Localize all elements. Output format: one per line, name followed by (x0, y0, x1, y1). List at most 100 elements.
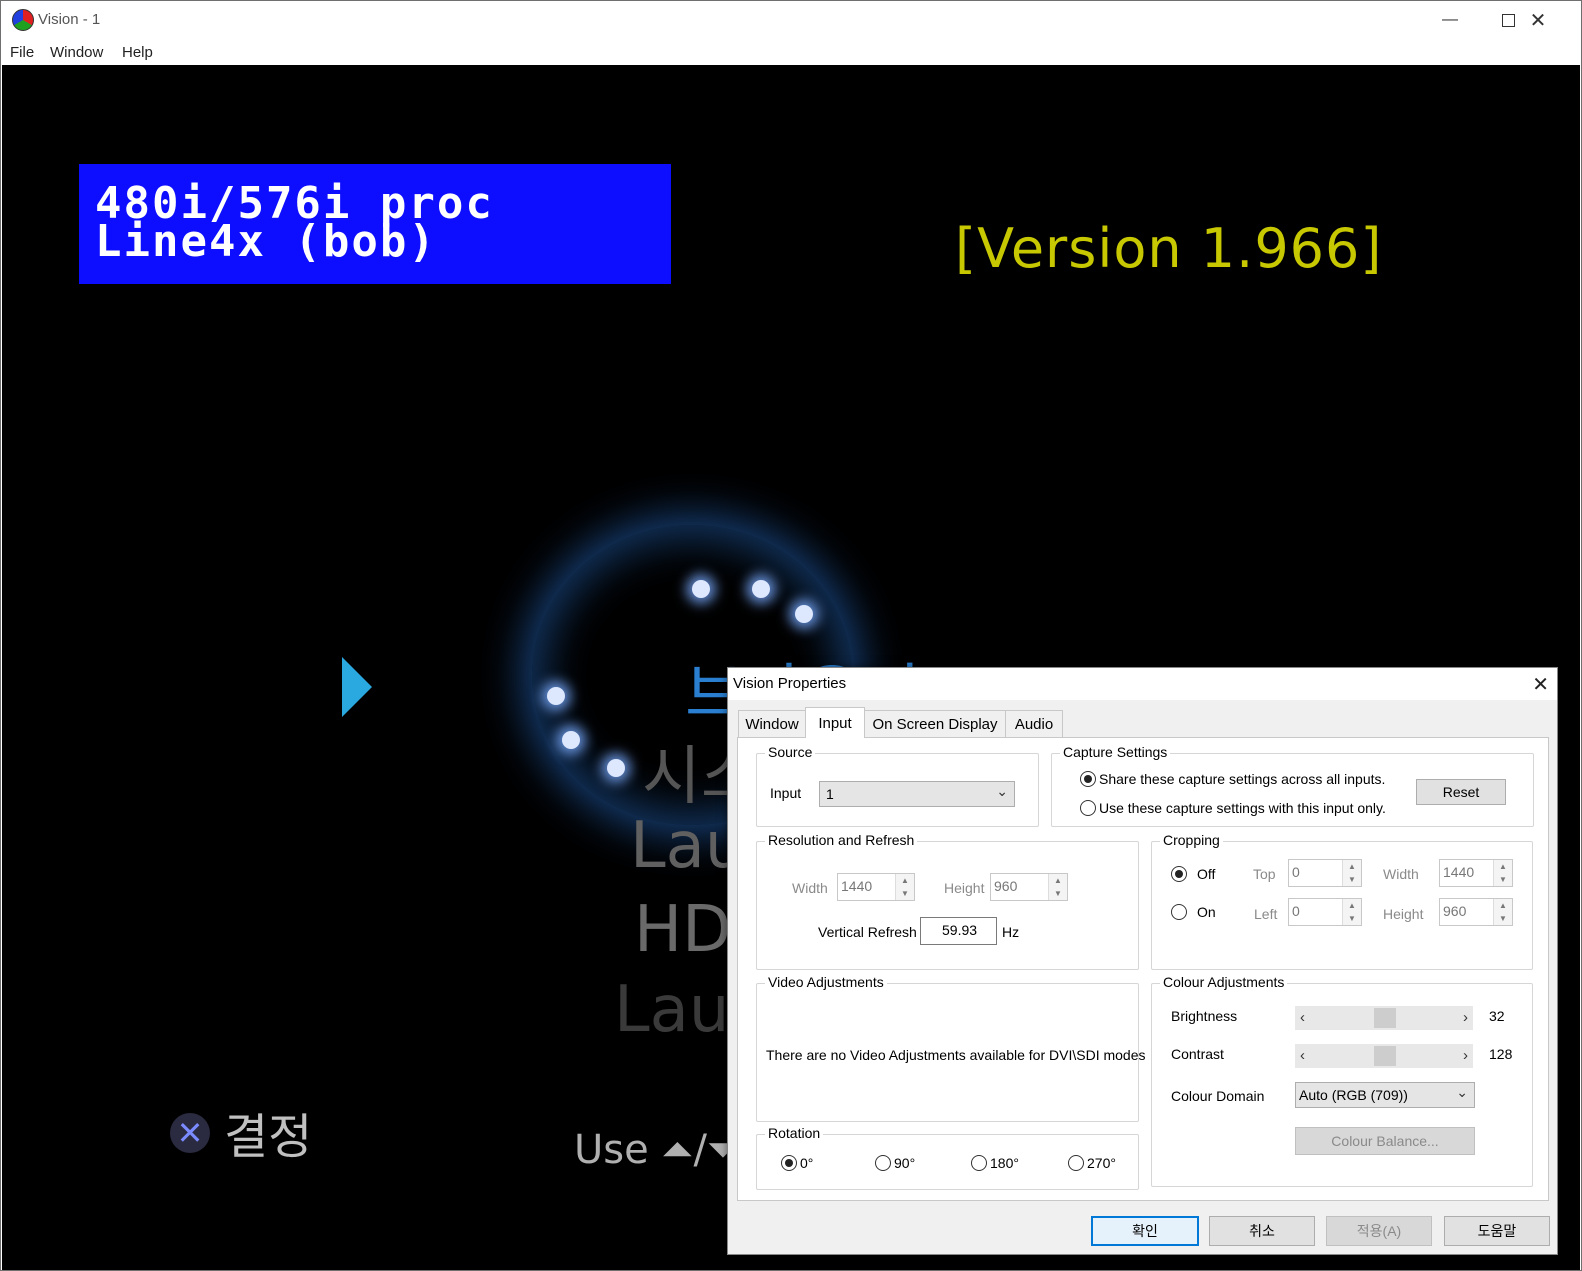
crop-height-value: 960 (1443, 903, 1467, 919)
tab-on-screen-display[interactable]: On Screen Display (864, 710, 1006, 737)
this-input-radio[interactable] (1080, 800, 1096, 816)
spinner-arrows-icon[interactable]: ▲ ▼ (1493, 860, 1512, 886)
rotation-0-label[interactable]: 0° (800, 1155, 813, 1171)
contrast-value: 128 (1489, 1046, 1513, 1062)
input-tab-panel: Source Input 1 ⌄ Capture Settings Share … (737, 737, 1549, 1201)
play-arrow-icon (342, 657, 372, 717)
rotation-90-label[interactable]: 90° (894, 1155, 915, 1171)
menu-bar: File Window Help (1, 39, 1581, 65)
minimize-button[interactable]: — (1421, 1, 1479, 39)
height-value: 960 (994, 878, 1018, 894)
tab-input[interactable]: Input (805, 707, 865, 738)
contrast-label: Contrast (1171, 1046, 1224, 1062)
chevron-right-icon[interactable]: › (1463, 1047, 1468, 1064)
chevron-down-icon: ⌄ (1456, 1084, 1468, 1100)
spinner-arrows-icon[interactable]: ▲ ▼ (1493, 899, 1512, 925)
close-button[interactable]: ✕ (1509, 1, 1567, 39)
dialog-close-button[interactable]: ✕ (1532, 672, 1549, 697)
menu-file[interactable]: File (10, 44, 34, 61)
crop-width-spinner[interactable]: 1440 ▲ ▼ (1439, 859, 1513, 887)
dialog-title-bar[interactable]: Vision Properties ✕ (728, 668, 1557, 700)
colour-balance-button[interactable]: Colour Balance... (1295, 1127, 1475, 1155)
capture-settings-label: Capture Settings (1060, 744, 1171, 760)
rotation-0-radio[interactable] (781, 1155, 797, 1171)
cropping-on-radio[interactable] (1171, 904, 1187, 920)
source-group-label: Source (765, 744, 816, 760)
share-settings-radio[interactable] (1080, 771, 1096, 787)
cropping-off-radio[interactable] (1171, 866, 1187, 882)
contrast-slider[interactable]: ‹ › (1295, 1044, 1473, 1068)
cropping-on-label[interactable]: On (1197, 904, 1216, 920)
rotation-group: Rotation 0° 90° 180° 270° (756, 1125, 1139, 1190)
ok-button[interactable]: 확인 (1091, 1216, 1199, 1246)
rotation-90-radio[interactable] (875, 1155, 891, 1171)
rotation-180-radio[interactable] (971, 1155, 987, 1171)
chevron-right-icon[interactable]: › (1463, 1009, 1468, 1026)
crop-left-value: 0 (1292, 903, 1300, 919)
video-adjustments-group: Video Adjustments There are no Video Adj… (756, 974, 1146, 1122)
menu-help[interactable]: Help (122, 44, 153, 61)
rotation-180-label[interactable]: 180° (990, 1155, 1019, 1171)
brightness-slider[interactable]: ‹ › (1295, 1006, 1473, 1030)
help-button[interactable]: 도움말 (1444, 1216, 1550, 1246)
spinner-arrows-icon[interactable]: ▲ ▼ (895, 874, 914, 900)
vertical-refresh-input[interactable]: 59.93 (920, 917, 997, 945)
reset-button[interactable]: Reset (1416, 779, 1506, 805)
colour-domain-value: Auto (RGB (709)) (1299, 1087, 1408, 1103)
brightness-slider-thumb[interactable] (1374, 1008, 1396, 1028)
refresh-unit: Hz (1002, 924, 1020, 940)
colour-adjustments-label: Colour Adjustments (1160, 974, 1288, 990)
spinner-arrows-icon[interactable]: ▲ ▼ (1342, 860, 1361, 886)
brightness-label: Brightness (1171, 1008, 1238, 1024)
cancel-button[interactable]: 취소 (1209, 1216, 1315, 1246)
crop-left-spinner[interactable]: 0 ▲ ▼ (1288, 898, 1362, 926)
crop-height-label: Height (1383, 906, 1424, 922)
crop-left-label: Left (1254, 906, 1278, 922)
spinner-arrows-icon[interactable]: ▲ ▼ (1342, 899, 1361, 925)
video-adjustments-label: Video Adjustments (765, 974, 887, 990)
vertical-refresh-value: 59.93 (942, 922, 978, 938)
tab-window[interactable]: Window (738, 710, 806, 737)
share-settings-label[interactable]: Share these capture settings across all … (1099, 771, 1385, 787)
close-icon: ✕ (1532, 674, 1549, 696)
use-hint: Use ⏶/⏷ (574, 1127, 739, 1173)
ring-dot (795, 605, 813, 623)
crop-height-spinner[interactable]: 960 ▲ ▼ (1439, 898, 1513, 926)
tab-audio[interactable]: Audio (1005, 710, 1063, 737)
height-label: Height (944, 880, 985, 896)
confirm-label: 결정 (224, 1109, 313, 1165)
rotation-270-label[interactable]: 270° (1087, 1155, 1116, 1171)
ring-dot (752, 580, 770, 598)
ring-dot (607, 759, 625, 777)
crop-top-spinner[interactable]: 0 ▲ ▼ (1288, 859, 1362, 887)
menu-item-launch-2: Lau (614, 973, 730, 1047)
cropping-off-label[interactable]: Off (1197, 866, 1215, 882)
input-select[interactable]: 1 ⌄ (819, 781, 1015, 807)
input-select-value: 1 (826, 786, 834, 802)
resolution-group: Resolution and Refresh Width 1440 ▲ ▼ Hei… (756, 832, 1139, 970)
cropping-group: Cropping Off On Top 0 ▲ ▼ Left 0 ▲ ▼ Width… (1151, 832, 1533, 970)
width-spinner[interactable]: 1440 ▲ ▼ (837, 873, 915, 901)
chevron-left-icon[interactable]: ‹ (1300, 1009, 1305, 1026)
chevron-down-icon: ⌄ (996, 783, 1008, 799)
window-title: Vision - 1 (38, 11, 101, 28)
resolution-group-label: Resolution and Refresh (765, 832, 918, 848)
width-value: 1440 (841, 878, 873, 894)
chevron-left-icon[interactable]: ‹ (1300, 1047, 1305, 1064)
rotation-270-radio[interactable] (1068, 1155, 1084, 1171)
ring-dot (547, 687, 565, 705)
colour-domain-label: Colour Domain (1171, 1088, 1265, 1104)
height-spinner[interactable]: 960 ▲ ▼ (990, 873, 1068, 901)
title-bar[interactable]: Vision - 1 — ✕ (1, 1, 1581, 39)
ring-dot (692, 580, 710, 598)
colour-domain-select[interactable]: Auto (RGB (709)) ⌄ (1295, 1082, 1475, 1108)
contrast-slider-thumb[interactable] (1374, 1046, 1396, 1066)
this-input-label[interactable]: Use these capture settings with this inp… (1099, 800, 1386, 816)
crop-top-value: 0 (1292, 864, 1300, 880)
spinner-arrows-icon[interactable]: ▲ ▼ (1048, 874, 1067, 900)
menu-window[interactable]: Window (50, 44, 103, 61)
apply-button[interactable]: 적용(A) (1326, 1216, 1432, 1246)
ring-dot (562, 731, 580, 749)
cropping-group-label: Cropping (1160, 832, 1223, 848)
rotation-group-label: Rotation (765, 1125, 824, 1141)
